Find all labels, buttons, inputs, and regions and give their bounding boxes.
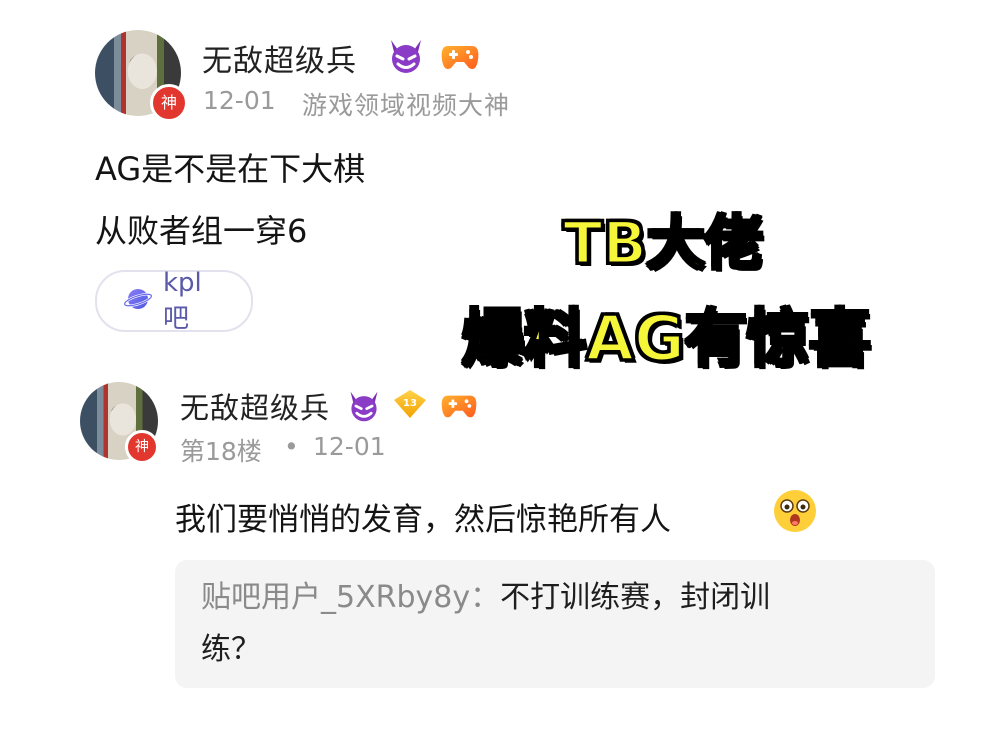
post-line-2: 从败者组一穿6 [95, 212, 308, 250]
quoted-reply-line-1: 贴吧用户_5XRby8y：不打训练赛，封闭训 [201, 572, 909, 624]
reply-date: 12-01 [313, 432, 386, 461]
gamepad-icon [440, 40, 480, 74]
god-badge: 神 [150, 84, 188, 122]
planet-icon [123, 284, 153, 318]
quoted-reply-user[interactable]: 贴吧用户_5XRby8y： [201, 580, 500, 615]
reply-god-badge: 神 [125, 430, 159, 464]
reply-floor: 第18楼 [180, 437, 262, 466]
reply-gamepad-icon [440, 390, 478, 422]
quoted-reply-text-2: 练？ [201, 632, 261, 667]
reply-separator: • [284, 432, 299, 461]
post-date: 12-01 [203, 86, 276, 115]
level-number: 13 [403, 398, 417, 409]
reply-devil-icon [346, 388, 382, 424]
author-title: 游戏领域视频大神 [302, 91, 511, 120]
quoted-reply-box[interactable]: 贴吧用户_5XRby8y：不打训练赛，封闭训 练？ [175, 560, 935, 688]
devil-icon [386, 36, 426, 76]
overlay-caption-line-1: TB大佬 [562, 208, 765, 279]
quoted-reply-text-1: 不打训练赛，封闭训 [500, 580, 771, 615]
overlay-caption-line-2: 爆料AG有惊喜 [461, 301, 873, 377]
reply-text: 我们要悄悄的发育，然后惊艳所有人 [175, 502, 671, 538]
post-line-1: AG是不是在下大棋 [95, 150, 366, 188]
surprised-face-icon [772, 488, 818, 534]
forum-tag-button[interactable]: kpl吧 [95, 267, 253, 334]
forum-tag-label: kpl吧 [163, 267, 202, 334]
author-name[interactable]: 无敌超级兵 [202, 36, 357, 80]
reply-author-name[interactable]: 无敌超级兵 [180, 385, 330, 427]
level-icon: 13 [392, 388, 428, 420]
